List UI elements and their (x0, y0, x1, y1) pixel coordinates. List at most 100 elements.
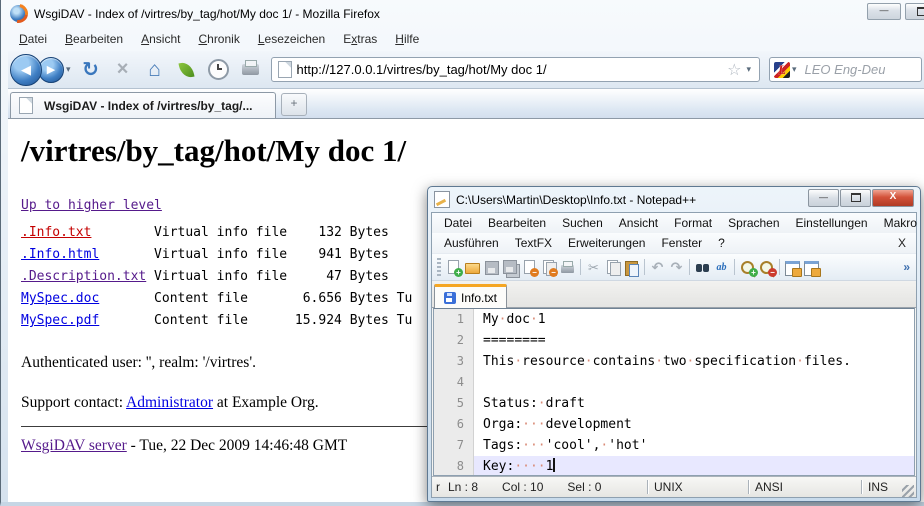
wsgidav-server-link[interactable]: WsgiDAV server (21, 437, 127, 454)
toolbar-grip[interactable] (437, 258, 441, 276)
editor-line[interactable]: 8Key:····1 (434, 456, 914, 476)
administrator-link[interactable]: Administrator (126, 394, 213, 411)
np-minimize-button[interactable]: — (808, 189, 839, 207)
print-icon[interactable] (559, 259, 576, 276)
support-suffix: at Example Org. (213, 394, 319, 411)
line-text[interactable]: My·doc·1 (474, 309, 914, 330)
np-menu-sprachen[interactable]: Sprachen (720, 214, 787, 232)
history-clock-button[interactable] (206, 57, 232, 83)
file-link--description-txt[interactable]: .Description.txt (21, 266, 154, 288)
search-engine-dropdown-icon[interactable]: ▾ (792, 64, 797, 75)
copy-icon[interactable] (604, 259, 621, 276)
line-number: 6 (434, 414, 474, 435)
minimize-button[interactable]: — (867, 3, 901, 20)
editor-line[interactable]: 4 (434, 372, 914, 393)
leo-search-engine-icon[interactable] (774, 62, 790, 78)
open-icon[interactable] (464, 259, 481, 276)
file-date-partial: Tu (389, 310, 412, 332)
np-menu-fenster[interactable]: Fenster (653, 234, 710, 252)
np-close-button[interactable]: X (872, 189, 914, 207)
editor-line[interactable]: 1My·doc·1 (434, 309, 914, 330)
reload-button[interactable]: ↻ (78, 57, 104, 83)
menu-hilfe[interactable]: Hilfe (388, 30, 426, 48)
notepadpp-titlebar[interactable]: C:\Users\Martin\Desktop\Info.txt - Notep… (431, 187, 917, 212)
back-button[interactable]: ◀ (10, 54, 42, 86)
print-button[interactable] (238, 57, 264, 83)
replace-icon[interactable]: ab (713, 259, 730, 276)
np-restore-button[interactable] (840, 189, 871, 207)
maximize-button[interactable] (905, 3, 924, 20)
np-menu-format[interactable]: Format (666, 214, 720, 232)
editor-line[interactable]: 6Orga:···development (434, 414, 914, 435)
line-text[interactable] (474, 372, 914, 393)
url-bar[interactable]: http://127.0.0.1/virtres/by_tag/hot/My d… (271, 57, 760, 82)
menu-lesezeichen[interactable]: Lesezeichen (251, 30, 332, 48)
file-link-myspec-doc[interactable]: MySpec.doc (21, 288, 154, 310)
np-doc-close-button[interactable]: X (898, 236, 916, 250)
url-text[interactable]: http://127.0.0.1/virtres/by_tag/hot/My d… (297, 62, 725, 77)
cut-icon[interactable]: ✂ (585, 259, 602, 276)
file-link-myspec-pdf[interactable]: MySpec.pdf (21, 310, 154, 332)
search-box[interactable]: ▾ LEO Eng-Deu (769, 57, 922, 82)
close-all-icon[interactable]: − (540, 259, 557, 276)
firefox-titlebar[interactable]: WsgiDAV - Index of /virtres/by_tag/hot/M… (8, 0, 924, 27)
line-text[interactable]: Status:·draft (474, 393, 914, 414)
undo-icon[interactable]: ↶ (649, 259, 666, 276)
file-type: Content file (154, 288, 287, 310)
toolbar-overflow-icon[interactable]: » (903, 260, 910, 274)
close-icon[interactable]: − (521, 259, 538, 276)
new-file-icon[interactable]: + (445, 259, 462, 276)
view-lock-2-icon[interactable] (803, 259, 820, 276)
np-menu-textfx[interactable]: TextFX (507, 234, 560, 252)
find-icon[interactable] (694, 259, 711, 276)
firefox-navbar: ◀ ▶ ▾ ↻ × ⌂ http://127.0.0.1/virtres/by_… (8, 51, 924, 89)
save-icon[interactable] (483, 259, 500, 276)
menu-extras[interactable]: Extras (336, 30, 384, 48)
np-menu-suchen[interactable]: Suchen (554, 214, 611, 232)
file-size: 47 Bytes (287, 266, 389, 288)
menu-datei[interactable]: Datei (12, 30, 54, 48)
file-link--info-txt[interactable]: .Info.txt (21, 222, 154, 244)
tab-wsgidav[interactable]: WsgiDAV - Index of /virtres/by_tag/... (10, 92, 276, 118)
stop-button[interactable]: × (110, 57, 136, 83)
history-dropdown-icon[interactable]: ▾ (66, 64, 71, 75)
file-link--info-html[interactable]: .Info.html (21, 244, 154, 266)
menu-bearbeiten[interactable]: Bearbeiten (58, 30, 130, 48)
paste-icon[interactable] (623, 259, 640, 276)
zoom-out-icon[interactable]: − (758, 259, 775, 276)
new-tab-button[interactable]: + (281, 93, 307, 116)
notepadpp-logo-icon (434, 191, 450, 208)
line-text[interactable]: ======== (474, 330, 914, 351)
np-menu-bearbeiten[interactable]: Bearbeiten (480, 214, 554, 232)
menu-ansicht[interactable]: Ansicht (134, 30, 187, 48)
np-menu-ansicht[interactable]: Ansicht (611, 214, 666, 232)
up-to-higher-level-link[interactable]: Up to higher level (21, 195, 162, 217)
redo-icon[interactable]: ↷ (668, 259, 685, 276)
editor-line[interactable]: 7Tags:···'cool',·'hot' (434, 435, 914, 456)
zoom-in-icon[interactable]: + (739, 259, 756, 276)
line-text[interactable]: Orga:···development (474, 414, 914, 435)
line-text[interactable]: Key:····1 (474, 456, 914, 476)
save-all-icon[interactable] (502, 259, 519, 276)
editor-line[interactable]: 5Status:·draft (434, 393, 914, 414)
np-menu-erweiterungen[interactable]: Erweiterungen (560, 234, 653, 252)
tab-info-txt[interactable]: Info.txt (434, 284, 507, 308)
np-menu-makro[interactable]: Makro (876, 214, 924, 232)
np-menu-ausführen[interactable]: Ausführen (436, 234, 507, 252)
bookmark-star-icon[interactable]: ☆ (727, 60, 741, 80)
np-menu-einstellungen[interactable]: Einstellungen (788, 214, 876, 232)
resize-grip[interactable] (902, 485, 914, 497)
editor-line[interactable]: 3This·resource·contains·two·specificatio… (434, 351, 914, 372)
search-placeholder[interactable]: LEO Eng-Deu (805, 62, 886, 77)
menu-chronik[interactable]: Chronik (191, 30, 246, 48)
editor-area[interactable]: 1My·doc·12========3This·resource·contain… (433, 308, 915, 476)
extension-leaf-button[interactable] (174, 57, 200, 83)
editor-line[interactable]: 2======== (434, 330, 914, 351)
line-text[interactable]: This·resource·contains·two·specification… (474, 351, 914, 372)
line-text[interactable]: Tags:···'cool',·'hot' (474, 435, 914, 456)
home-button[interactable]: ⌂ (142, 57, 168, 83)
np-menu-datei[interactable]: Datei (436, 214, 480, 232)
np-menu-help[interactable]: ? (710, 234, 733, 252)
view-lock-1-icon[interactable] (784, 259, 801, 276)
url-dropdown-icon[interactable]: ▾ (746, 64, 751, 75)
